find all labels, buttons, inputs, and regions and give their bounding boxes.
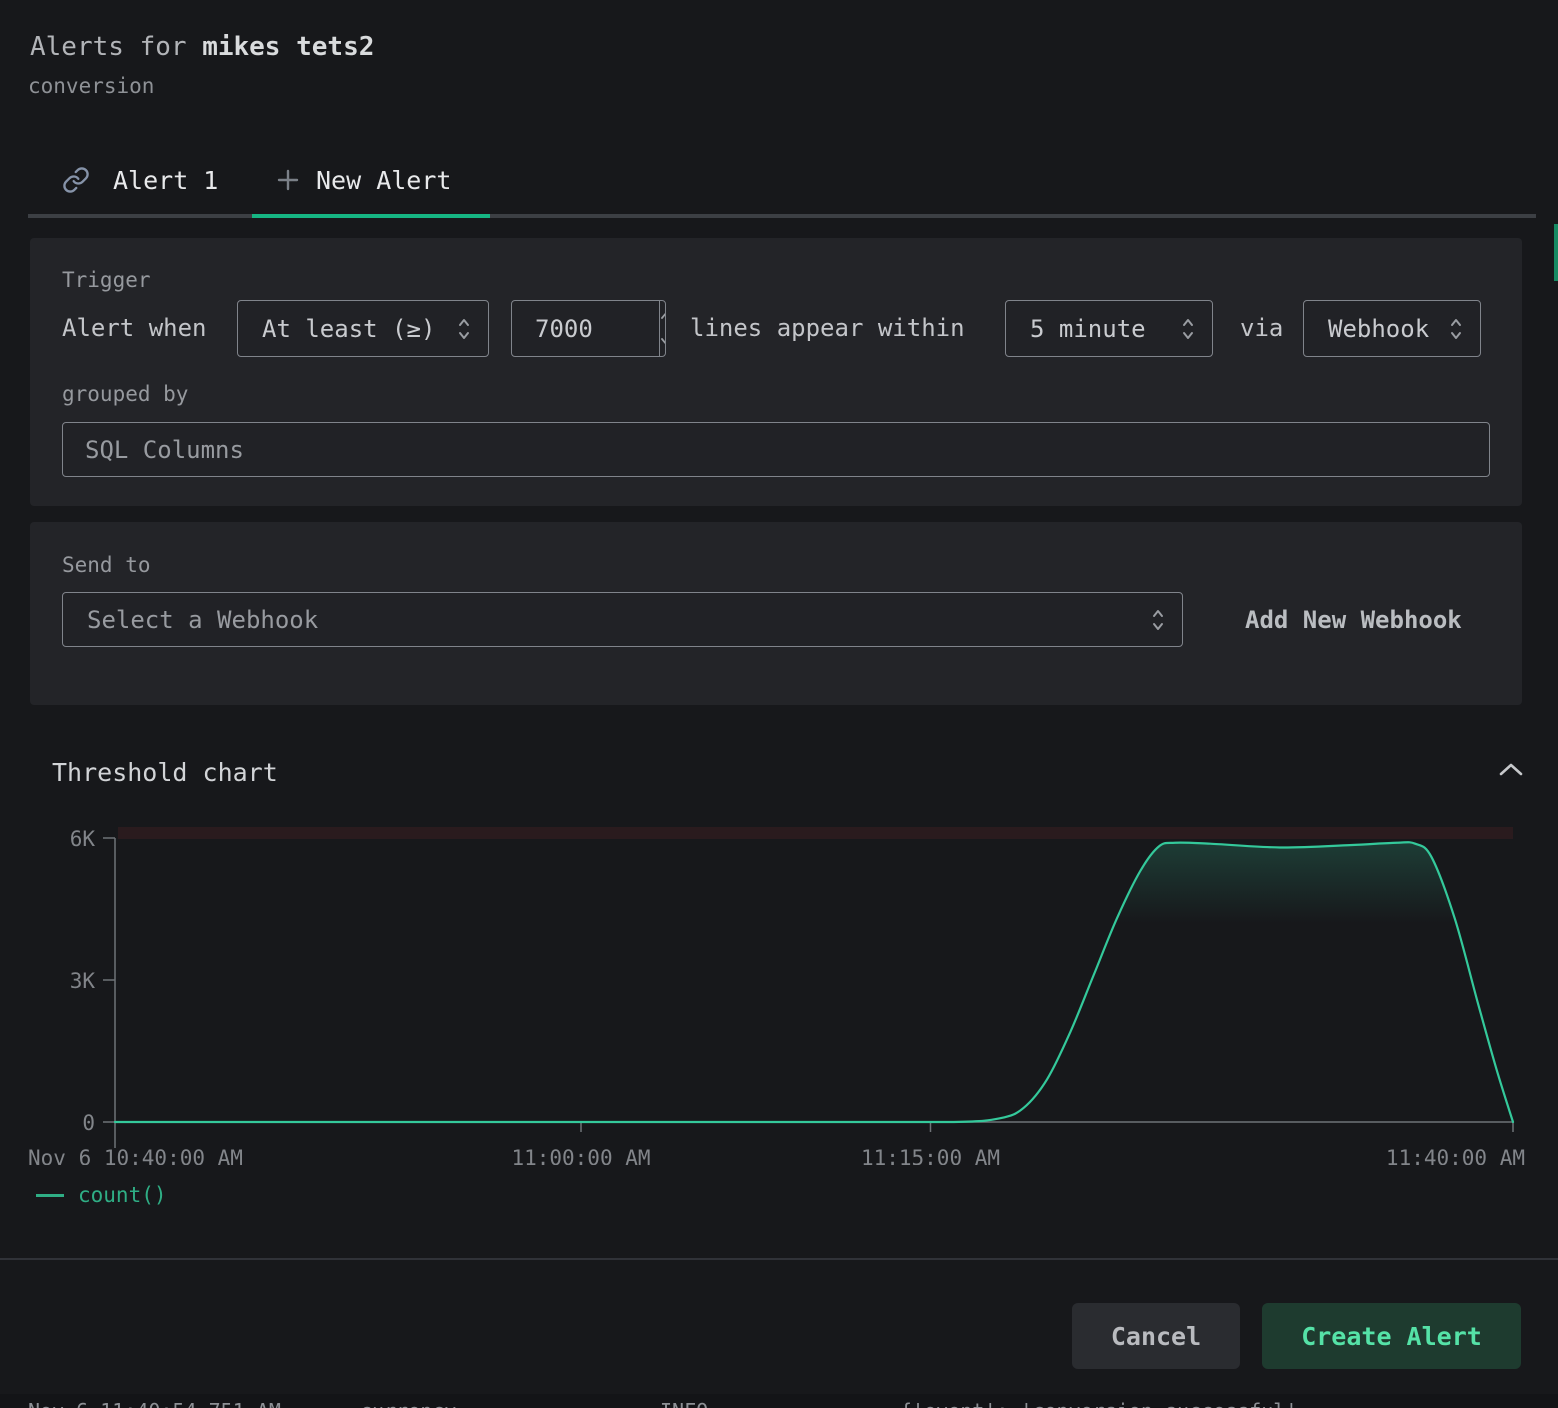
- time-window-select[interactable]: 5 minute: [1005, 300, 1213, 357]
- channel-value: Webhook: [1328, 315, 1429, 343]
- time-window-value: 5 minute: [1030, 315, 1146, 343]
- link-icon: [62, 166, 90, 194]
- grouped-by-label: grouped by: [62, 382, 188, 406]
- tab-new-alert-label: New Alert: [316, 166, 451, 195]
- webhook-select-placeholder: Select a Webhook: [87, 606, 318, 634]
- svg-text:3K: 3K: [70, 969, 96, 993]
- threshold-chart-title: Threshold chart: [52, 758, 278, 787]
- threshold-chart: 0 3K 6K Nov 6 10:40:00 AM 11:00:00 AM 11:15:0…: [0, 810, 1558, 1165]
- page-subtitle: conversion: [28, 74, 154, 98]
- comparator-value: At least (≥): [262, 315, 435, 343]
- chevron-updown-icon: [1448, 316, 1464, 342]
- page-title-prefix: Alerts for: [30, 32, 202, 62]
- send-to-label: Send to: [62, 553, 151, 577]
- grouped-by-input[interactable]: [62, 422, 1490, 477]
- plus-icon: [276, 168, 300, 192]
- send-to-card: Send to Select a Webhook Add New Webhook: [30, 522, 1522, 705]
- comparator-select[interactable]: At least (≥): [237, 300, 489, 357]
- log-timestamp: Nov 6 11:40:54.751 AM: [28, 1396, 281, 1408]
- trigger-label: Trigger: [62, 268, 151, 292]
- page-title: Alerts for mikes tets2: [30, 32, 374, 62]
- log-message: {'event': 'conversion successful': [900, 1396, 1297, 1408]
- threshold-input-group: [511, 300, 666, 357]
- svg-text:11:15:00 AM: 11:15:00 AM: [861, 1146, 1000, 1165]
- legend-line-swatch: [36, 1194, 64, 1197]
- svg-text:11:40:00 AM: 11:40:00 AM: [1386, 1146, 1525, 1165]
- svg-text:11:00:00 AM: 11:00:00 AM: [511, 1146, 650, 1165]
- tabbar-active-indicator: [252, 214, 490, 218]
- threshold-spinner: [659, 301, 666, 356]
- tab-new-alert[interactable]: New Alert: [276, 158, 451, 202]
- add-new-webhook-button[interactable]: Add New Webhook: [1245, 592, 1462, 647]
- chart-legend: count(): [36, 1183, 167, 1207]
- lines-appear-text: lines appear within: [690, 300, 965, 357]
- background-log-row: Nov 6 11:40:54.751 AM currency INFO {'ev…: [0, 1394, 1558, 1408]
- tab-alert-1[interactable]: Alert 1: [62, 158, 218, 202]
- chevron-updown-icon: [1180, 316, 1196, 342]
- svg-text:Nov 6 10:40:00 AM: Nov 6 10:40:00 AM: [28, 1146, 243, 1165]
- via-text: via: [1240, 300, 1283, 357]
- legend-label: count(): [78, 1183, 167, 1207]
- spinner-up-icon[interactable]: [660, 301, 666, 329]
- chevron-updown-icon: [456, 316, 472, 342]
- alert-drawer: Alerts for mikes tets2 conversion Alert …: [0, 0, 1558, 1408]
- svg-text:6K: 6K: [70, 827, 96, 851]
- alert-when-text: Alert when: [62, 300, 207, 357]
- chevron-up-icon[interactable]: [1496, 760, 1526, 780]
- channel-select[interactable]: Webhook: [1303, 300, 1481, 357]
- page-title-source-name: mikes tets2: [202, 32, 374, 62]
- cancel-button[interactable]: Cancel: [1072, 1303, 1240, 1369]
- webhook-select[interactable]: Select a Webhook: [62, 592, 1183, 647]
- create-alert-button[interactable]: Create Alert: [1262, 1303, 1521, 1369]
- svg-text:0: 0: [82, 1111, 95, 1135]
- background-accent-sliver: [1554, 224, 1558, 281]
- spinner-down-icon[interactable]: [660, 329, 666, 357]
- trigger-card: Trigger Alert when At least (≥) lines ap: [30, 238, 1522, 506]
- footer-divider: [0, 1258, 1558, 1260]
- log-service: currency: [360, 1396, 456, 1408]
- chevron-updown-icon: [1150, 607, 1166, 633]
- tab-alert-1-label: Alert 1: [113, 166, 218, 195]
- threshold-input[interactable]: [512, 301, 659, 356]
- log-level: INFO: [660, 1396, 708, 1408]
